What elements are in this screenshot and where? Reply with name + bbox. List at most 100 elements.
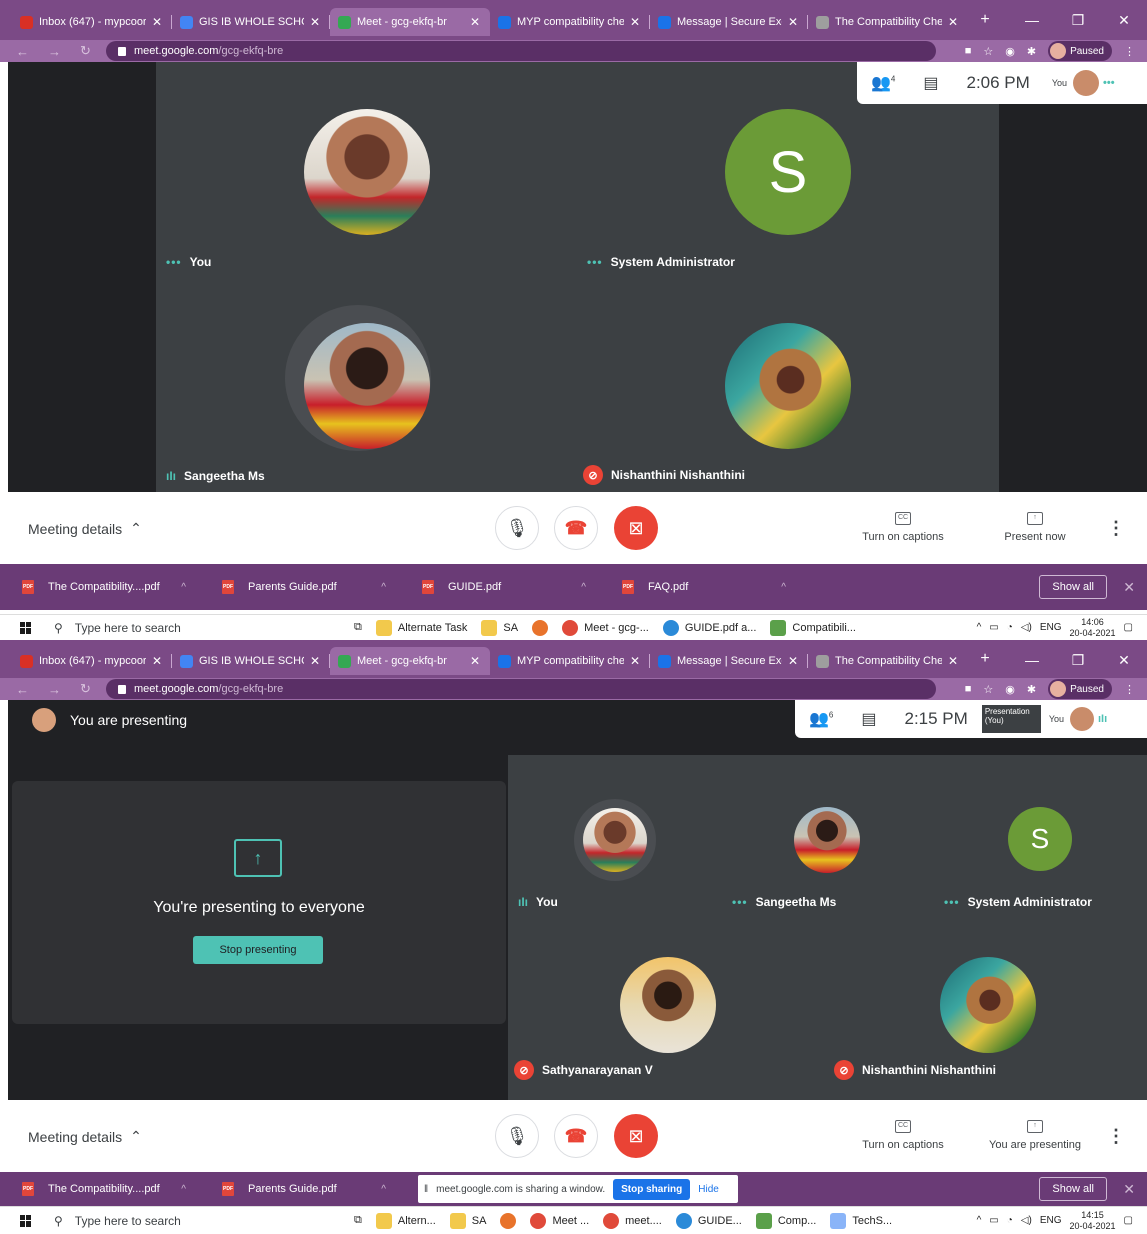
- chat-icon[interactable]: ▤: [861, 709, 876, 729]
- wifi-icon[interactable]: ◔: [1007, 622, 1013, 633]
- taskbar-app[interactable]: Compatibili...: [770, 619, 856, 636]
- close-icon[interactable]: ✕: [152, 15, 162, 29]
- maximize-button[interactable]: ❐: [1055, 640, 1101, 678]
- leave-call-button[interactable]: ☎: [554, 506, 598, 550]
- forward-icon[interactable]: →: [48, 44, 64, 59]
- camera-icon[interactable]: ■: [965, 683, 972, 695]
- meeting-details-button[interactable]: Meeting details ⌃: [28, 1128, 142, 1145]
- tab-myp[interactable]: MYP compatibility chec ✕: [490, 8, 650, 36]
- forward-icon[interactable]: →: [48, 682, 64, 697]
- close-icon[interactable]: ✕: [310, 15, 320, 29]
- captions-button[interactable]: CC Turn on captions: [855, 512, 951, 543]
- star-icon[interactable]: ☆: [983, 683, 993, 696]
- close-icon[interactable]: ✕: [948, 15, 958, 29]
- language-indicator[interactable]: ENG: [1040, 1215, 1062, 1226]
- minimize-button[interactable]: —: [1009, 640, 1055, 678]
- tab-message[interactable]: Message | Secure Excha✕: [650, 8, 808, 36]
- camera-off-button[interactable]: ⊠: [614, 1114, 658, 1158]
- chevron-up-icon[interactable]: ^: [977, 1215, 982, 1226]
- notification-icon[interactable]: ▢: [1124, 1215, 1133, 1226]
- meeting-details-button[interactable]: Meeting details ⌃: [28, 520, 142, 537]
- volume-icon[interactable]: ◁): [1021, 622, 1032, 633]
- stop-presenting-button[interactable]: Stop presenting: [193, 936, 323, 964]
- tab-myp[interactable]: MYP compatibility chec ✕: [490, 647, 650, 675]
- close-icon[interactable]: ✕: [152, 654, 162, 668]
- chevron-up-icon[interactable]: ^: [381, 1184, 386, 1195]
- tab-gis[interactable]: GIS IB WHOLE SCHOOL✕: [172, 647, 330, 675]
- chat-icon[interactable]: ▤: [923, 73, 938, 93]
- taskbar-search[interactable]: ⚲ Type here to search: [54, 621, 354, 635]
- download-item[interactable]: PDF Parents Guide.pdf ^: [200, 580, 400, 594]
- chevron-up-icon[interactable]: ^: [977, 622, 982, 633]
- language-indicator[interactable]: ENG: [1040, 622, 1062, 633]
- task-view-icon[interactable]: ⧉: [354, 1214, 362, 1227]
- taskbar-app[interactable]: [532, 619, 549, 636]
- download-item[interactable]: PDF The Compatibility....pdf ^: [0, 580, 200, 594]
- taskbar-app[interactable]: Altern...: [375, 1212, 436, 1229]
- taskbar-search[interactable]: ⚲ Type here to search: [54, 1214, 354, 1228]
- tab-gis[interactable]: GIS IB WHOLE SCHOOL✕: [172, 8, 330, 36]
- tab-meet[interactable]: Meet - gcg-ekfq-br ✕: [330, 647, 490, 675]
- taskbar-app[interactable]: SA: [449, 1212, 486, 1229]
- task-view-icon[interactable]: ⧉: [354, 621, 362, 634]
- windows-start-icon[interactable]: [20, 621, 32, 634]
- close-icon[interactable]: ✕: [1123, 1181, 1135, 1198]
- menu-icon[interactable]: ⋮: [1124, 683, 1135, 696]
- taskbar-app[interactable]: Meet - gcg-...: [562, 619, 649, 636]
- record-icon[interactable]: ◉: [1005, 45, 1015, 58]
- stop-sharing-button[interactable]: Stop sharing: [613, 1178, 691, 1200]
- profile-button[interactable]: Paused: [1048, 679, 1112, 699]
- close-icon[interactable]: ✕: [630, 654, 640, 668]
- chevron-up-icon[interactable]: ^: [181, 582, 186, 593]
- chevron-up-icon[interactable]: ^: [581, 582, 586, 593]
- camera-icon[interactable]: ■: [965, 45, 972, 57]
- people-icon[interactable]: 👥6: [809, 709, 833, 729]
- tab-message[interactable]: Message | Secure Excha✕: [650, 647, 808, 675]
- you-are-presenting-button[interactable]: ↑ You are presenting: [982, 1120, 1088, 1151]
- close-icon[interactable]: ✕: [470, 15, 480, 29]
- download-item[interactable]: PDF Parents Guide.pdf ^: [200, 1182, 400, 1196]
- download-item[interactable]: PDF FAQ.pdf ^: [600, 580, 800, 594]
- close-icon[interactable]: ✕: [948, 654, 958, 668]
- reload-icon[interactable]: ↻: [80, 43, 96, 59]
- taskbar-clock[interactable]: 14:06 20-04-2021: [1070, 617, 1116, 639]
- close-window-button[interactable]: ✕: [1101, 0, 1147, 40]
- battery-icon[interactable]: ▭: [989, 1215, 998, 1226]
- menu-icon[interactable]: ⋮: [1124, 45, 1135, 58]
- download-item[interactable]: PDF The Compatibility....pdf ^: [0, 1182, 200, 1196]
- taskbar-clock[interactable]: 14:15 20-04-2021: [1070, 1210, 1116, 1232]
- new-tab-button[interactable]: +: [974, 9, 996, 31]
- taskbar-app[interactable]: [500, 1212, 517, 1229]
- close-icon[interactable]: ✕: [788, 654, 798, 668]
- taskbar-app[interactable]: TechS...: [830, 1212, 892, 1229]
- close-icon[interactable]: ✕: [788, 15, 798, 29]
- tab-compat[interactable]: The Compatibility Chec ✕: [808, 647, 968, 675]
- download-item[interactable]: PDF GUIDE.pdf ^: [400, 580, 600, 594]
- camera-off-button[interactable]: ⊠: [614, 506, 658, 550]
- reload-icon[interactable]: ↻: [80, 681, 96, 697]
- taskbar-app[interactable]: GUIDE.pdf a...: [662, 619, 756, 636]
- taskbar-app[interactable]: Comp...: [755, 1212, 816, 1229]
- url-input[interactable]: meet.google.com/gcg-ekfq-bre: [106, 679, 936, 699]
- tab-meet[interactable]: Meet - gcg-ekfq-br ✕: [330, 8, 490, 36]
- chevron-up-icon[interactable]: ^: [781, 582, 786, 593]
- presentation-thumbnail[interactable]: Presentation (You): [981, 705, 1041, 733]
- more-options-icon[interactable]: ⋮: [1107, 1126, 1125, 1147]
- taskbar-app[interactable]: meet....: [603, 1212, 662, 1229]
- tab-inbox[interactable]: Inbox (647) - mypcoordi ✕: [12, 8, 172, 36]
- extensions-icon[interactable]: ✱: [1027, 683, 1036, 696]
- tab-compat[interactable]: The Compatibility Chec ✕: [808, 8, 968, 36]
- leave-call-button[interactable]: ☎: [554, 1114, 598, 1158]
- profile-button[interactable]: Paused: [1048, 41, 1112, 61]
- taskbar-app[interactable]: Alternate Task: [375, 619, 467, 636]
- url-input[interactable]: meet.google.com/gcg-ekfq-bre: [106, 41, 936, 61]
- present-now-button[interactable]: ↑ Present now: [990, 512, 1080, 543]
- people-icon[interactable]: 👥4: [871, 73, 895, 93]
- taskbar-app[interactable]: Meet ...: [530, 1212, 589, 1229]
- windows-start-icon[interactable]: [20, 1214, 32, 1227]
- close-icon[interactable]: ✕: [630, 15, 640, 29]
- more-options-icon[interactable]: ⋮: [1107, 518, 1125, 539]
- notification-icon[interactable]: ▢: [1124, 622, 1133, 633]
- tab-inbox[interactable]: Inbox (647) - mypcoordi ✕: [12, 647, 172, 675]
- show-all-button[interactable]: Show all: [1039, 1177, 1107, 1201]
